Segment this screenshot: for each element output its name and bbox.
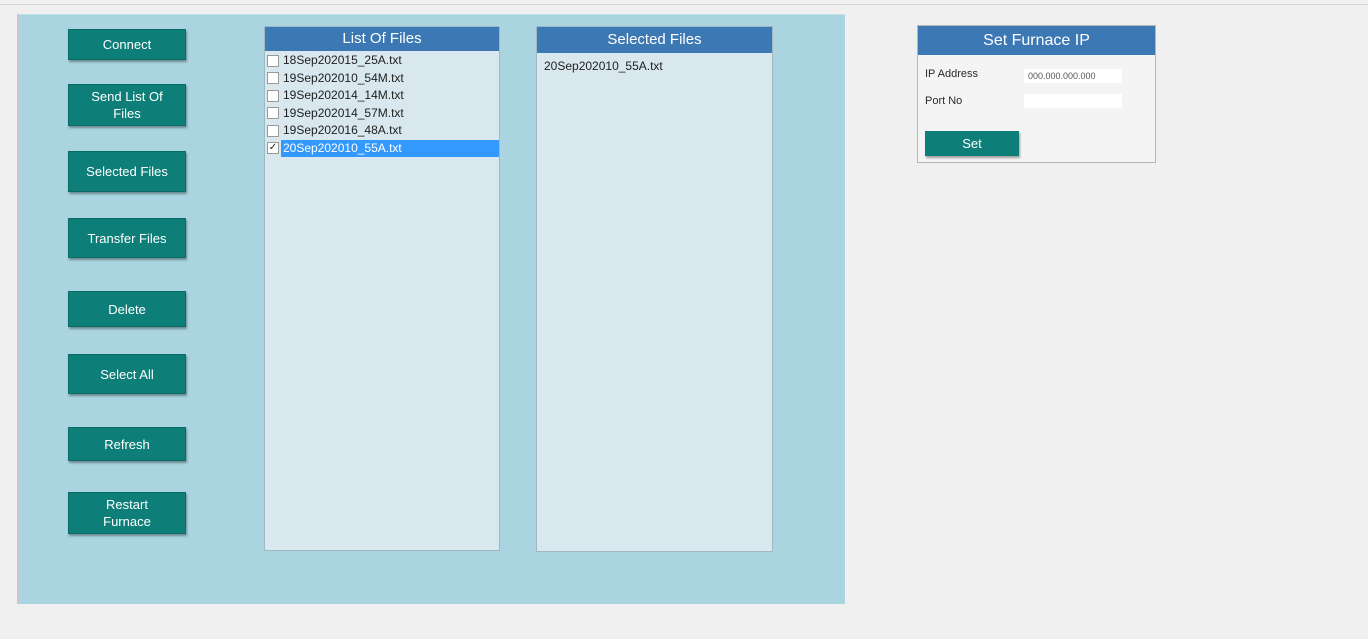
file-checkbox[interactable] <box>267 89 279 102</box>
file-name: 19Sep202014_57M.txt <box>283 105 404 120</box>
file-list-item[interactable]: 18Sep202015_25A.txt <box>265 52 499 70</box>
selected-file-item[interactable]: 20Sep202010_55A.txt <box>537 53 772 73</box>
transfer-files-button[interactable]: Transfer Files <box>68 218 186 258</box>
list-of-files-box[interactable]: List Of Files 18Sep202015_25A.txt 19Sep20… <box>264 26 500 551</box>
file-name: 19Sep202014_14M.txt <box>283 88 404 103</box>
restart-furnace-button[interactable]: Restart Furnace <box>68 492 186 534</box>
set-furnace-ip-panel: Set Furnace IP IP Address Port No Set <box>917 25 1156 163</box>
delete-button[interactable]: Delete <box>68 291 186 327</box>
file-list-item[interactable]: 19Sep202016_48A.txt <box>265 122 499 140</box>
file-name: 18Sep202015_25A.txt <box>283 53 402 68</box>
port-no-label: Port No <box>925 95 963 107</box>
ip-address-input[interactable] <box>1024 69 1122 83</box>
list-of-files-title: List Of Files <box>265 27 499 51</box>
file-checkbox[interactable]: ✓ <box>267 142 279 155</box>
port-no-input[interactable] <box>1024 94 1122 108</box>
select-all-button[interactable]: Select All <box>68 354 186 394</box>
selected-files-button[interactable]: Selected Files <box>68 151 186 192</box>
send-list-of-files-button[interactable]: Send List Of Files <box>68 84 186 126</box>
connect-button[interactable]: Connect <box>68 29 186 60</box>
refresh-button[interactable]: Refresh <box>68 427 186 461</box>
file-name: 19Sep202010_54M.txt <box>283 70 404 85</box>
file-list-item[interactable]: 19Sep202014_14M.txt <box>265 87 499 105</box>
file-name: 20Sep202010_55A.txt <box>281 139 499 157</box>
file-checkbox[interactable] <box>267 72 279 85</box>
file-checkbox[interactable] <box>267 54 279 67</box>
window-top-border <box>0 4 1368 5</box>
ip-address-label: IP Address <box>925 68 978 80</box>
file-checkbox[interactable] <box>267 124 279 137</box>
set-button[interactable]: Set <box>925 131 1019 156</box>
file-checklist[interactable]: 18Sep202015_25A.txt 19Sep202010_54M.txt 19… <box>265 51 499 157</box>
selected-files-title: Selected Files <box>537 27 772 53</box>
selected-files-list[interactable]: 20Sep202010_55A.txt <box>537 53 772 73</box>
selected-files-box[interactable]: Selected Files 20Sep202010_55A.txt <box>536 26 773 552</box>
file-list-item[interactable]: 19Sep202010_54M.txt <box>265 70 499 88</box>
file-list-item[interactable]: ✓ 20Sep202010_55A.txt <box>265 139 499 158</box>
file-list-item[interactable]: 19Sep202014_57M.txt <box>265 105 499 123</box>
file-checkbox[interactable] <box>267 107 279 120</box>
file-name: 19Sep202016_48A.txt <box>283 123 402 138</box>
set-furnace-ip-title: Set Furnace IP <box>918 26 1155 55</box>
